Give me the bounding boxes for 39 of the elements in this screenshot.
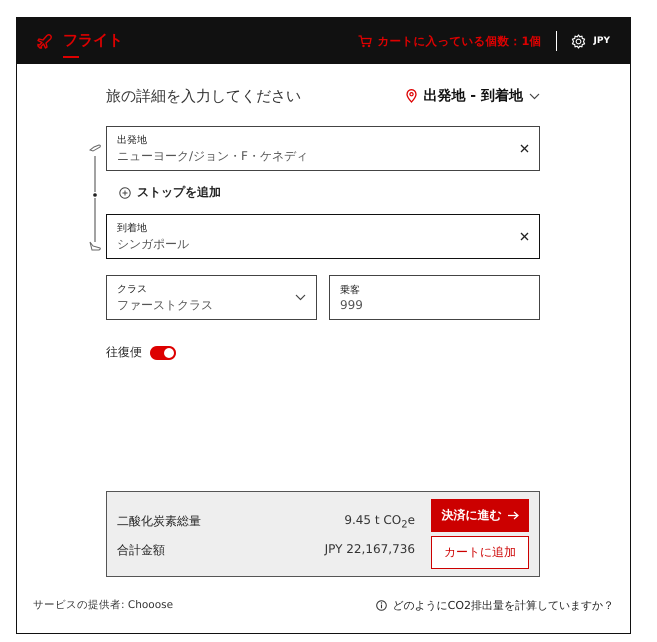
close-icon[interactable] [520, 144, 529, 153]
trip-mode-dropdown[interactable]: 出発地 - 到着地 [406, 87, 540, 105]
location-pin-icon [406, 89, 418, 103]
form-title: 旅の詳細を入力してください [106, 86, 301, 106]
field-value: シンガポール [117, 236, 190, 252]
field-value: 999 [340, 298, 364, 312]
plus-circle-icon [119, 186, 131, 198]
field-value: ニューヨーク/ジョン・F・ケネディ [117, 148, 309, 164]
origin-field[interactable]: 出発地 ニューヨーク/ジョン・F・ケネディ [106, 126, 540, 171]
settings-icon [570, 34, 586, 48]
provider-text: サービスの提供者: Chooose [33, 598, 174, 612]
round-trip-toggle[interactable] [150, 346, 176, 360]
class-dropdown[interactable]: クラス ファーストクラス [106, 275, 317, 320]
arrow-right-icon [508, 511, 518, 520]
summary-label: 合計金額 [117, 542, 165, 559]
add-stop-button[interactable]: ストップを追加 [106, 171, 540, 214]
chevron-down-icon [295, 294, 306, 301]
co2-help-link[interactable]: どのようにCO2排出量を計算していますか？ [376, 598, 614, 612]
airplane-icon [37, 33, 53, 49]
cart-link[interactable]: カートに入っている個数：1個 [358, 34, 542, 48]
add-to-cart-button[interactable]: カートに追加 [431, 536, 529, 569]
round-trip-label: 往復便 [106, 344, 142, 361]
info-icon [376, 600, 387, 610]
field-value: ファーストクラス [117, 296, 214, 314]
passengers-field[interactable]: 乗客 999 [329, 275, 540, 320]
summary-value: JPY 22,167,736 [324, 542, 415, 558]
summary-label: 二酸化炭素総量 [117, 513, 201, 530]
field-label: 出発地 [117, 134, 148, 146]
checkout-button[interactable]: 決済に進む [431, 499, 529, 532]
cart-icon [358, 34, 372, 48]
field-label: 乗客 [340, 284, 361, 297]
destination-field[interactable]: 到着地 シンガポール [106, 214, 540, 259]
currency-button[interactable]: JPY [570, 34, 610, 48]
close-icon[interactable] [520, 232, 529, 241]
summary-value: 9.45 t CO$_{2}$e [344, 513, 415, 531]
chevron-down-icon [529, 92, 540, 100]
flights-tab[interactable]: フライト [37, 26, 123, 56]
field-label: 到着地 [117, 222, 148, 234]
field-label: クラス [117, 282, 148, 296]
